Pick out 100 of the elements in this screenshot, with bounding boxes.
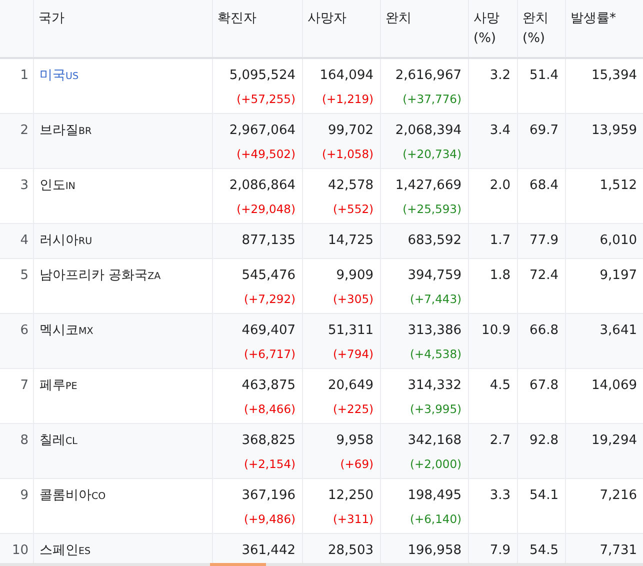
count-text: 9,909: [336, 267, 374, 285]
change-text: (+311): [332, 511, 374, 528]
count-text: 1,512: [600, 177, 637, 195]
country-name: 스페인 ES: [40, 543, 91, 558]
count-text: 99,702: [328, 122, 374, 140]
country-name: 인도 IN: [40, 178, 76, 193]
count-text: 1.8: [490, 267, 510, 285]
count-text: 9,958: [336, 432, 374, 450]
country-name: 콜롬비아CO: [40, 488, 106, 503]
count-text: 19,294: [592, 432, 637, 450]
count-text: 14,069: [592, 377, 637, 395]
count-text: 545,476: [242, 267, 296, 285]
change-text: (+25,593): [402, 201, 462, 218]
rank-text: 2: [20, 123, 28, 138]
column-header[interactable]: 국가: [38, 9, 64, 29]
change-text: (+37,776): [402, 91, 462, 108]
count-text: 69.7: [530, 122, 558, 140]
count-text: 198,495: [408, 487, 462, 505]
column-header[interactable]: 사망 (%): [474, 9, 512, 49]
count-text: 469,407: [242, 322, 296, 340]
column-header[interactable]: 완치 (%): [522, 9, 560, 49]
count-text: 92.8: [530, 432, 558, 450]
count-text: 42,578: [328, 177, 374, 195]
count-text: 68.4: [530, 177, 558, 195]
count-text: 77.9: [530, 232, 558, 250]
count-text: 877,135: [242, 232, 296, 250]
country-link[interactable]: 미국US: [40, 68, 78, 83]
count-text: 368,825: [242, 432, 296, 450]
country-name: 페루 PE: [40, 378, 78, 393]
count-text: 314,332: [408, 377, 462, 395]
change-text: (+7,292): [244, 291, 296, 308]
change-text: (+9,486): [244, 511, 296, 528]
count-text: 3,641: [600, 322, 637, 340]
rank-text: 8: [20, 433, 28, 448]
count-text: 1.7: [490, 232, 510, 250]
column-header[interactable]: 사망자: [308, 9, 346, 29]
change-text: (+2,154): [244, 456, 296, 473]
count-text: 54.1: [530, 487, 558, 505]
rank-text: 6: [20, 323, 28, 338]
count-text: 463,875: [242, 377, 296, 395]
count-text: 2,967,064: [229, 122, 296, 140]
rank-text: 1: [20, 68, 28, 83]
change-text: (+29,048): [236, 201, 296, 218]
count-text: 12,250: [328, 487, 374, 505]
column-header[interactable]: 발생률*: [570, 9, 616, 29]
change-text: (+57,255): [236, 91, 296, 108]
change-text: (+305): [332, 291, 374, 308]
column-header[interactable]: 확진자: [218, 9, 256, 29]
count-text: 51,311: [328, 322, 374, 340]
count-text: 361,442: [242, 542, 296, 560]
count-text: 14,725: [328, 232, 374, 250]
count-text: 51.4: [530, 67, 558, 85]
count-text: 2.7: [490, 432, 510, 450]
change-text: (+7,443): [410, 291, 462, 308]
count-text: 7,216: [600, 487, 637, 505]
rank-text: 5: [20, 268, 28, 283]
count-text: 5,095,524: [229, 67, 296, 85]
change-text: (+1,058): [322, 146, 374, 163]
count-text: 72.4: [530, 267, 558, 285]
count-text: 196,958: [408, 542, 462, 560]
change-text: (+20,734): [402, 146, 462, 163]
count-text: 683,592: [408, 232, 462, 250]
count-text: 3.3: [490, 487, 510, 505]
country-name: 멕시코 MX: [40, 323, 94, 338]
count-text: 394,759: [408, 267, 462, 285]
count-text: 4.5: [490, 377, 510, 395]
rank-text: 7: [20, 378, 28, 393]
count-text: 28,503: [328, 542, 374, 560]
rank-text: 4: [20, 233, 28, 248]
count-text: 342,168: [408, 432, 462, 450]
count-text: 2,086,864: [229, 177, 296, 195]
rank-text: 10: [12, 543, 28, 558]
change-text: (+225): [332, 401, 374, 418]
count-text: 2,616,967: [395, 67, 462, 85]
change-text: (+6,717): [244, 346, 296, 363]
change-text: (+8,466): [244, 401, 296, 418]
change-text: (+794): [332, 346, 374, 363]
count-text: 7,731: [600, 542, 637, 560]
count-text: 13,959: [592, 122, 637, 140]
count-text: 66.8: [530, 322, 558, 340]
country-name: 브라질 BR: [40, 123, 92, 138]
count-text: 6,010: [600, 232, 637, 250]
count-text: 20,649: [328, 377, 374, 395]
count-text: 164,094: [320, 67, 374, 85]
count-text: 3.2: [490, 67, 510, 85]
count-text: 2,068,394: [395, 122, 462, 140]
count-text: 1,427,669: [395, 177, 462, 195]
count-text: 367,196: [242, 487, 296, 505]
country-name: 남아프리카 공화국ZA: [40, 268, 161, 283]
count-text: 15,394: [592, 67, 637, 85]
change-text: (+6,140): [410, 511, 462, 528]
count-text: 3.4: [490, 122, 510, 140]
column-header[interactable]: 완치: [386, 9, 412, 29]
count-text: 2.0: [490, 177, 510, 195]
change-text: (+552): [332, 201, 374, 218]
count-text: 7.9: [490, 542, 510, 560]
country-name: 러시아RU: [40, 233, 92, 248]
change-text: (+4,538): [410, 346, 462, 363]
rank-text: 3: [20, 178, 28, 193]
count-text: 67.8: [530, 377, 558, 395]
